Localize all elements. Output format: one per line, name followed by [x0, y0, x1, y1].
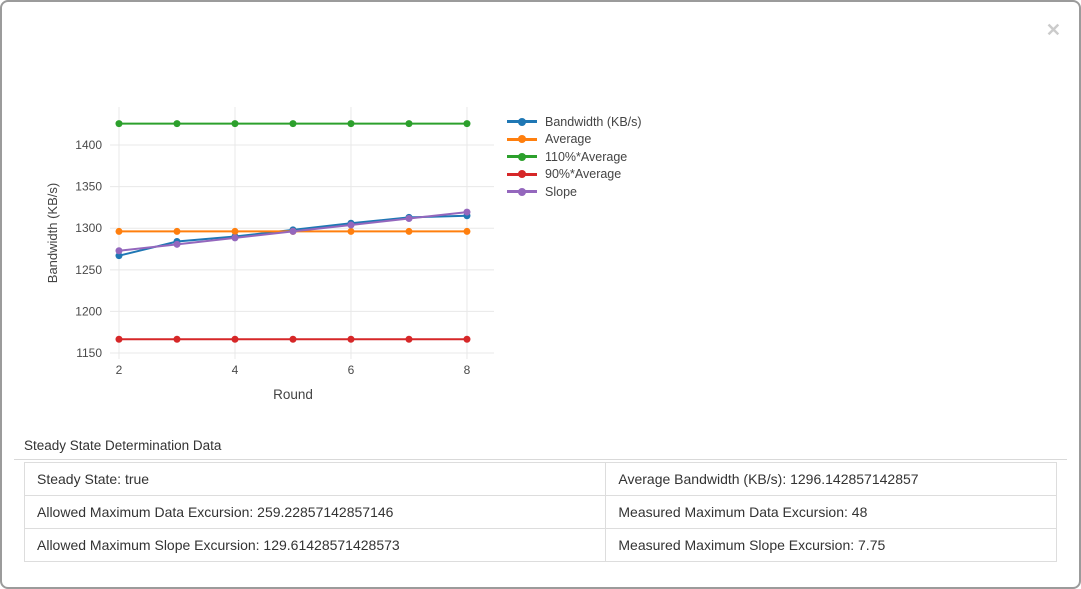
table-cell: Measured Maximum Slope Excursion: 7.75: [606, 529, 1057, 562]
legend-line-icon: [507, 155, 537, 158]
bandwidth-chart: 1400 1350 1300 1250 1200 1150 2 4 6 8 Bandwidth (K…: [22, 92, 702, 422]
legend-line-icon: [507, 173, 537, 176]
section-heading: Steady State Determination Data: [14, 438, 1067, 460]
legend-label: Slope: [545, 185, 577, 199]
legend-label: 90%*Average: [545, 167, 621, 181]
chart-legend: Bandwidth (KB/s) Average 110%*Average 90…: [507, 113, 642, 201]
svg-text:1150: 1150: [76, 346, 102, 360]
legend-line-icon: [507, 190, 537, 193]
svg-text:4: 4: [232, 363, 239, 377]
close-icon[interactable]: ✕: [1046, 21, 1061, 39]
legend-line-icon: [507, 120, 537, 123]
svg-text:2: 2: [116, 363, 123, 377]
table-cell: Average Bandwidth (KB/s): 1296.142857142…: [606, 463, 1057, 496]
legend-label: 110%*Average: [545, 150, 627, 164]
legend-label: Bandwidth (KB/s): [545, 115, 642, 129]
svg-text:6: 6: [348, 363, 355, 377]
table-cell: Steady State: true: [25, 463, 606, 496]
steady-state-dialog: ✕ 1400 1350 1300 1250 1200 1150 2 4 6 8 Bandwidth …: [0, 0, 1081, 589]
steady-state-section: Steady State Determination Data Steady S…: [14, 438, 1067, 562]
svg-text:Bandwidth (KB/s): Bandwidth (KB/s): [45, 183, 60, 283]
legend-item-slope[interactable]: Slope: [507, 183, 642, 201]
legend-item-110-average[interactable]: 110%*Average: [507, 148, 642, 166]
table-cell: Allowed Maximum Slope Excursion: 129.614…: [25, 529, 606, 562]
table-row: Steady State: true Average Bandwidth (KB…: [25, 463, 1057, 496]
table-cell: Measured Maximum Data Excursion: 48: [606, 496, 1057, 529]
svg-text:Round: Round: [273, 387, 313, 402]
svg-text:1300: 1300: [75, 221, 102, 235]
legend-line-icon: [507, 138, 537, 141]
svg-text:1250: 1250: [75, 263, 102, 277]
table-row: Allowed Maximum Data Excursion: 259.2285…: [25, 496, 1057, 529]
svg-text:1400: 1400: [75, 138, 102, 152]
steady-state-table: Steady State: true Average Bandwidth (KB…: [24, 462, 1057, 562]
table-row: Allowed Maximum Slope Excursion: 129.614…: [25, 529, 1057, 562]
legend-item-bandwidth[interactable]: Bandwidth (KB/s): [507, 113, 642, 131]
legend-item-90-average[interactable]: 90%*Average: [507, 166, 642, 184]
table-cell: Allowed Maximum Data Excursion: 259.2285…: [25, 496, 606, 529]
svg-text:1350: 1350: [75, 180, 102, 194]
svg-text:8: 8: [464, 363, 471, 377]
legend-label: Average: [545, 132, 591, 146]
svg-text:1200: 1200: [75, 304, 102, 318]
legend-item-average[interactable]: Average: [507, 131, 642, 149]
